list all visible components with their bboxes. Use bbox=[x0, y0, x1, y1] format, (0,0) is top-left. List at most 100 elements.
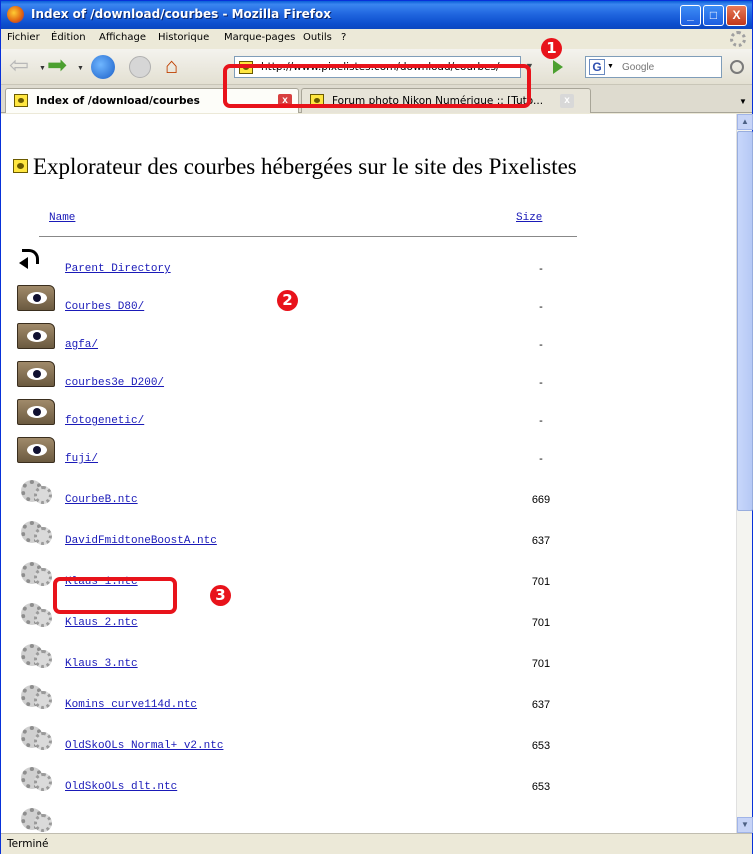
list-item: OldSkoOLs Normal+ v2.ntc 653 bbox=[17, 724, 577, 760]
tab-favicon-icon bbox=[14, 94, 28, 107]
list-item: DavidFmidtoneBoostA.ntc 637 bbox=[17, 519, 577, 555]
scroll-up-icon[interactable]: ▲ bbox=[737, 114, 753, 130]
back-button[interactable]: ⇦ bbox=[9, 54, 39, 79]
list-item: Klaus 3.ntc 701 bbox=[17, 642, 577, 678]
list-item: CourbeB.ntc 669 bbox=[17, 478, 577, 514]
go-button-icon[interactable] bbox=[553, 60, 563, 74]
gear-file-icon bbox=[17, 601, 55, 627]
search-input[interactable] bbox=[622, 59, 712, 75]
entry-size: - bbox=[539, 377, 543, 389]
home-button[interactable]: ⌂ bbox=[165, 55, 189, 79]
gear-file-icon bbox=[17, 683, 55, 709]
forward-button[interactable]: ➡ bbox=[47, 54, 77, 79]
back-history-dropdown-icon[interactable]: ▼ bbox=[39, 65, 46, 72]
entry-size: - bbox=[539, 263, 543, 275]
entry-link[interactable]: OldSkoOLs dlt.ntc bbox=[65, 781, 177, 793]
throbber-icon bbox=[730, 31, 746, 47]
maximize-button[interactable]: □ bbox=[703, 5, 724, 26]
entry-size: 653 bbox=[531, 740, 551, 752]
gear-file-icon bbox=[17, 560, 55, 586]
folder-icon bbox=[17, 285, 55, 311]
search-engine-dropdown-icon[interactable]: ▼ bbox=[607, 63, 614, 70]
stop-button[interactable] bbox=[129, 56, 151, 78]
search-engine-google-icon[interactable]: G bbox=[589, 59, 605, 75]
status-text: Terminé bbox=[7, 838, 49, 850]
minimize-button[interactable]: _ bbox=[680, 5, 701, 26]
callout-number-2: 2 bbox=[277, 290, 298, 311]
menu-bar: Fichier Édition Affichage Historique Mar… bbox=[1, 29, 752, 49]
list-item: fotogenetic/ - bbox=[17, 399, 577, 435]
list-item: fuji/ - bbox=[17, 437, 577, 473]
entry-size: 653 bbox=[531, 781, 551, 793]
entry-size: 637 bbox=[531, 699, 551, 711]
forward-history-dropdown-icon[interactable]: ▼ bbox=[77, 65, 84, 72]
entry-size: 701 bbox=[531, 576, 551, 588]
entry-link[interactable]: OldSkoOLs Normal+ v2.ntc bbox=[65, 740, 223, 752]
page-title: Explorateur des courbes hébergées sur le… bbox=[13, 154, 577, 180]
entry-size: - bbox=[539, 339, 543, 351]
entry-size: 637 bbox=[531, 535, 551, 547]
entry-size: - bbox=[539, 453, 543, 465]
title-bar: Index of /download/courbes - Mozilla Fir… bbox=[1, 1, 752, 29]
folder-icon bbox=[17, 323, 55, 349]
callout-box-url bbox=[223, 64, 531, 108]
menu-outils[interactable]: Outils bbox=[303, 32, 332, 43]
list-item: courbes3e D200/ - bbox=[17, 361, 577, 397]
menu-fichier[interactable]: Fichier bbox=[7, 32, 40, 43]
menu-historique[interactable]: Historique bbox=[158, 32, 209, 43]
list-item-partial bbox=[17, 806, 577, 833]
entry-size: 701 bbox=[531, 658, 551, 670]
list-item: Komins curve114d.ntc 637 bbox=[17, 683, 577, 719]
menu-affichage[interactable]: Affichage bbox=[99, 32, 146, 43]
scrollbar-thumb[interactable] bbox=[737, 131, 753, 511]
callout-number-3: 3 bbox=[210, 585, 231, 606]
status-bar: Terminé bbox=[1, 833, 752, 854]
firefox-logo-icon bbox=[7, 6, 24, 23]
entry-link[interactable]: agfa/ bbox=[65, 339, 98, 351]
menu-edition[interactable]: Édition bbox=[51, 32, 86, 43]
gear-file-icon bbox=[17, 765, 55, 791]
entry-link[interactable]: fuji/ bbox=[65, 453, 98, 465]
menu-help[interactable]: ? bbox=[341, 32, 346, 43]
close-button[interactable]: X bbox=[726, 5, 747, 26]
entry-link[interactable]: courbes3e D200/ bbox=[65, 377, 164, 389]
window-title: Index of /download/courbes - Mozilla Fir… bbox=[31, 7, 331, 21]
gear-file-icon bbox=[17, 724, 55, 750]
page-content: Explorateur des courbes hébergées sur le… bbox=[1, 114, 736, 833]
back-arrow-icon bbox=[19, 247, 41, 269]
search-box[interactable]: G ▼ bbox=[585, 56, 722, 78]
scroll-down-icon[interactable]: ▼ bbox=[737, 817, 753, 833]
list-item: agfa/ - bbox=[17, 323, 577, 359]
gear-file-icon bbox=[17, 642, 55, 668]
tab-label: Index of /download/courbes bbox=[36, 95, 200, 107]
gear-file-icon bbox=[17, 478, 55, 504]
entry-link[interactable]: CourbeB.ntc bbox=[65, 494, 138, 506]
callout-box-file bbox=[53, 577, 177, 614]
entry-link[interactable]: Komins curve114d.ntc bbox=[65, 699, 197, 711]
pixelistes-logo-icon bbox=[13, 159, 28, 173]
entry-size: 701 bbox=[531, 617, 551, 629]
vertical-scrollbar[interactable]: ▲ ▼ bbox=[736, 114, 753, 833]
entry-link[interactable]: fotogenetic/ bbox=[65, 415, 144, 427]
list-item-parent-directory: Parent Directory - bbox=[17, 247, 577, 283]
entry-link[interactable]: Klaus 3.ntc bbox=[65, 658, 138, 670]
entry-link[interactable]: Parent Directory bbox=[65, 263, 171, 275]
entry-link[interactable]: Klaus 2.ntc bbox=[65, 617, 138, 629]
column-header-size[interactable]: Size bbox=[516, 212, 542, 224]
gear-file-icon bbox=[17, 519, 55, 545]
list-item: OldSkoOLs dlt.ntc 653 bbox=[17, 765, 577, 801]
tab-list-dropdown-icon[interactable]: ▼ bbox=[739, 97, 747, 106]
column-header-name[interactable]: Name bbox=[49, 212, 75, 224]
gear-file-icon bbox=[17, 806, 55, 832]
search-magnifier-icon[interactable] bbox=[730, 60, 744, 74]
browser-window: Index of /download/courbes - Mozilla Fir… bbox=[0, 0, 753, 854]
entry-size: - bbox=[539, 415, 543, 427]
menu-marque-pages[interactable]: Marque-pages bbox=[224, 32, 295, 43]
entry-link[interactable]: Courbes D80/ bbox=[65, 301, 144, 313]
reload-button[interactable] bbox=[91, 55, 115, 79]
page-title-text: Explorateur des courbes hébergées sur le… bbox=[33, 154, 577, 179]
entry-size: - bbox=[539, 301, 543, 313]
header-divider bbox=[39, 236, 577, 237]
tab-close-icon[interactable]: x bbox=[560, 94, 574, 108]
entry-link[interactable]: DavidFmidtoneBoostA.ntc bbox=[65, 535, 217, 547]
